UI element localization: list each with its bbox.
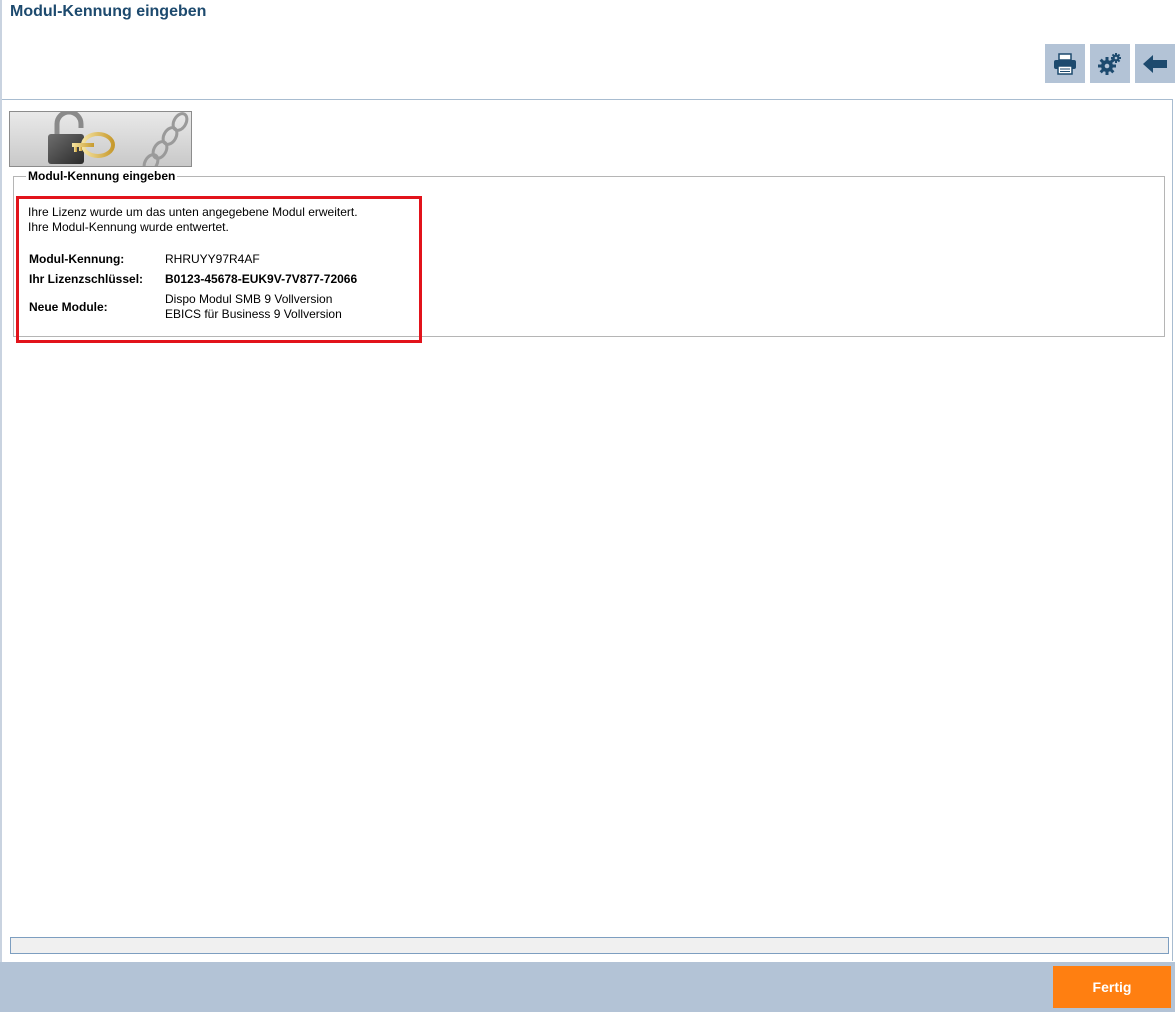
page-title: Modul-Kennung eingeben — [10, 3, 207, 20]
license-key-label: Ihr Lizenzschlüssel: — [29, 271, 144, 286]
toolbar — [1045, 44, 1175, 83]
table-row: Modul-Kennung: RHRUYY97R4AF — [29, 249, 357, 269]
module-id-group: Modul-Kennung eingeben Ihre Lizenz wurde… — [13, 169, 1165, 343]
highlighted-result-box: Ihre Lizenz wurde um das unten angegeben… — [16, 196, 422, 343]
content-panel: Modul-Kennung eingeben Ihre Lizenz wurde… — [2, 99, 1173, 961]
print-button[interactable] — [1045, 44, 1085, 83]
new-module-item: EBICS für Business 9 Vollversion — [165, 307, 342, 321]
details-table: Modul-Kennung: RHRUYY97R4AF Ihr Lizenzsc… — [29, 249, 357, 325]
back-arrow-icon — [1143, 54, 1167, 73]
modul-kennung-label: Modul-Kennung: — [29, 251, 125, 266]
new-modules-value: Dispo Modul SMB 9 Vollversion EBICS für … — [165, 289, 357, 325]
modul-kennung-value: RHRUYY97R4AF — [165, 251, 260, 266]
back-button[interactable] — [1135, 44, 1175, 83]
new-modules-label: Neue Module: — [29, 299, 108, 314]
status-bar — [10, 937, 1169, 954]
gears-icon — [1098, 52, 1121, 75]
license-key-value: B0123-45678-EUK9V-7V877-72066 — [165, 271, 358, 286]
table-row: Ihr Lizenzschlüssel: B0123-45678-EUK9V-7… — [29, 269, 357, 289]
new-module-item: Dispo Modul SMB 9 Vollversion — [165, 292, 333, 306]
license-extended-message: Ihre Lizenz wurde um das unten angegeben… — [28, 205, 358, 219]
module-id-invalidated-message: Ihre Modul-Kennung wurde entwertet. — [28, 220, 229, 234]
printer-icon — [1054, 52, 1076, 75]
license-banner-image — [9, 111, 192, 167]
settings-button[interactable] — [1090, 44, 1130, 83]
padlock-key-chain-icon — [48, 112, 189, 166]
done-button[interactable]: Fertig — [1053, 966, 1171, 1008]
footer-bar: Fertig — [0, 962, 1175, 1012]
table-row: Neue Module: Dispo Modul SMB 9 Vollversi… — [29, 289, 357, 325]
group-legend: Modul-Kennung eingeben — [28, 169, 176, 183]
